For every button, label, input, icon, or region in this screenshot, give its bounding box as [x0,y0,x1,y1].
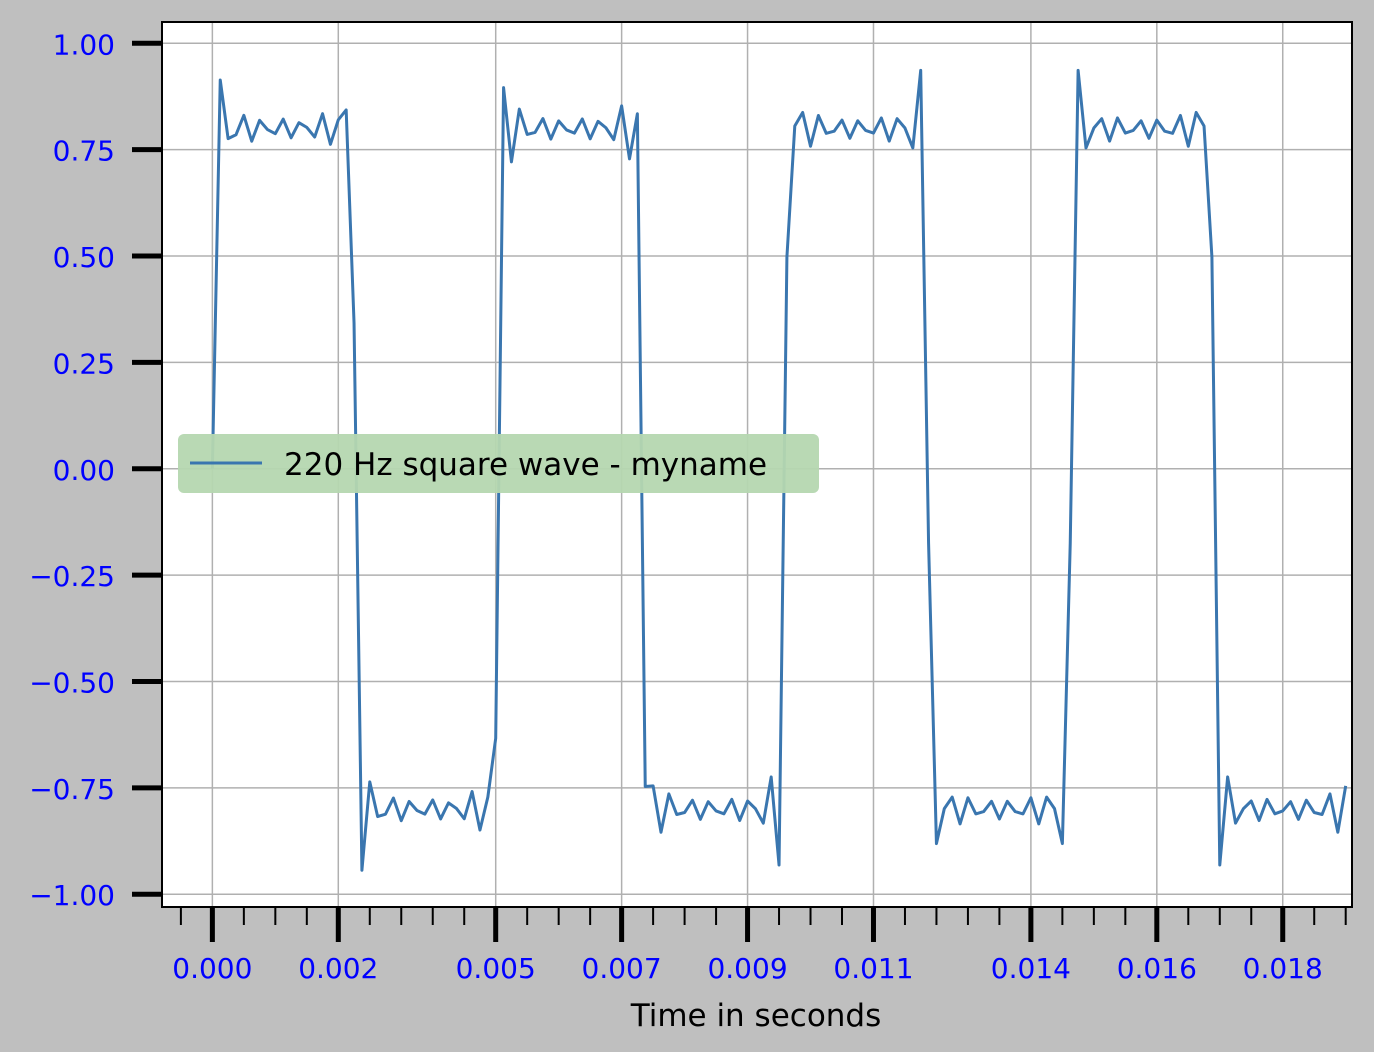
y-tick-label: −1.00 [29,879,115,912]
x-tick-label: 0.007 [582,952,662,985]
x-tick-label: 0.002 [298,952,378,985]
x-tick-label: 0.009 [707,952,787,985]
y-tick-label: −0.50 [29,666,115,699]
x-axis-label: Time in seconds [630,998,882,1034]
legend: 220 Hz square wave - myname [178,434,819,493]
x-tick-label: 0.000 [172,952,252,985]
square-wave-chart: 1.00 0.75 0.50 0.25 0.00 −0.25 −0.50 −0.75 −1.00… [29,21,1353,1034]
y-tick-label: 1.00 [53,28,115,61]
y-tick-label: 0.50 [53,241,115,274]
x-axis-ticks: 0.000 0.002 0.005 0.007 0.009 0.011 0.014 0.016… [172,907,1347,985]
x-tick-label: 0.005 [456,952,536,985]
figure: 1.00 0.75 0.50 0.25 0.00 −0.25 −0.50 −0.75 −1.00… [0,0,1374,1048]
x-tick-label: 0.014 [991,952,1071,985]
y-tick-label: 0.25 [53,347,115,380]
x-tick-label: 0.011 [833,952,913,985]
y-tick-label: −0.75 [29,773,115,806]
legend-label: 220 Hz square wave - myname [284,447,767,483]
x-tick-label: 0.016 [1117,952,1197,985]
x-tick-label: 0.018 [1243,952,1323,985]
y-tick-label: 0.75 [53,135,115,168]
y-tick-label: −0.25 [29,560,115,593]
y-axis-ticks: 1.00 0.75 0.50 0.25 0.00 −0.25 −0.50 −0.75 −1.00 [29,28,162,912]
y-tick-label: 0.00 [53,454,115,487]
